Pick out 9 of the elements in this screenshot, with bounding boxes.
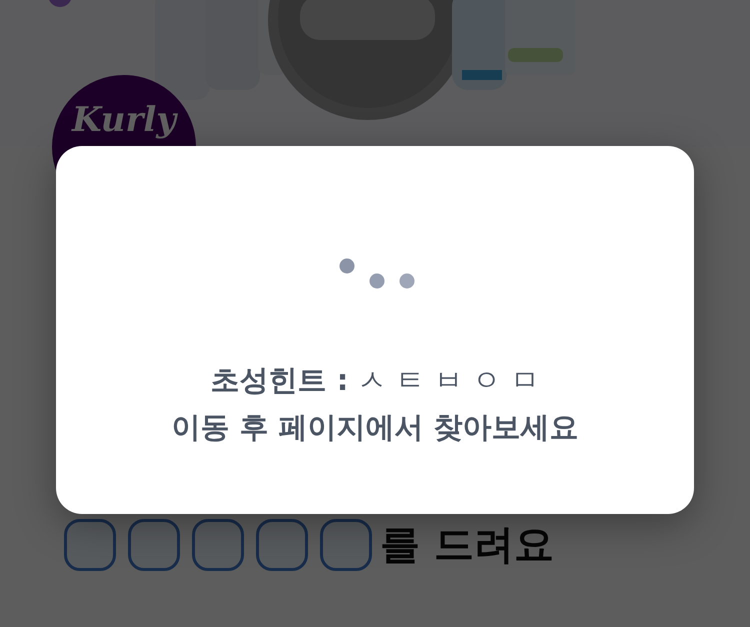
answer-box[interactable] [256,518,308,570]
answer-box[interactable] [128,518,180,570]
answer-box[interactable] [192,518,244,570]
answer-box[interactable] [320,518,372,570]
logo-text: Kurly [72,99,176,141]
answer-box[interactable] [64,518,116,570]
hint-text: 초성힌트 : ㅅ ㅌ ㅂ ㅇ ㅁ [210,362,540,399]
reward-text: 를 드려요 [380,521,554,570]
hint-message: 이동 후 페이지에서 찾아보세요 [171,409,579,446]
